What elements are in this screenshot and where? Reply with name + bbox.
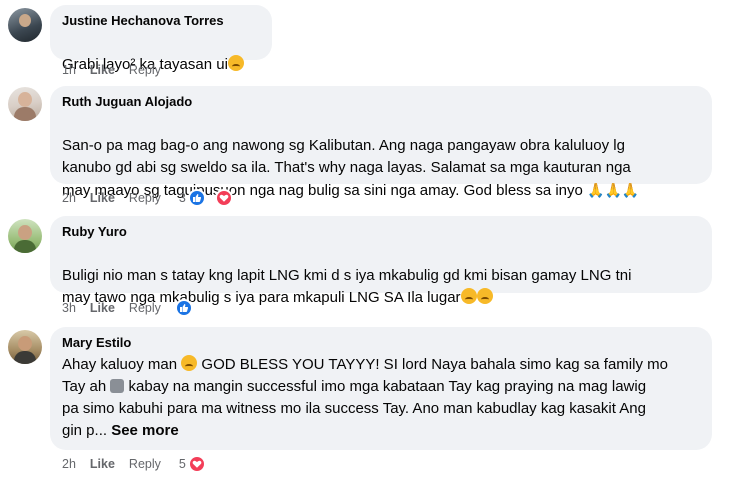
comment-author[interactable]: Ruth Juguan Alojado <box>62 93 700 110</box>
like-button[interactable]: Like <box>90 191 115 205</box>
comment-bubble: Ruth Juguan Alojado San-o pa mag bag-o a… <box>50 86 712 199</box>
comment-actions: 2h Like Reply 3 <box>62 188 247 208</box>
comment-text: Ahay kaluoy man GOD BLESS YOU TAYYY! SI … <box>62 354 700 442</box>
comment-bubble: Mary Estilo Ahay kaluoy man GOD BLESS YO… <box>50 327 712 450</box>
comment-bubble: Ruby Yuro Buligi nio man s tatay kng lap… <box>50 216 712 306</box>
comment-time[interactable]: 1h <box>62 63 76 77</box>
comment-time[interactable]: 2h <box>62 191 76 205</box>
see-more-link[interactable]: See more <box>111 422 179 439</box>
reply-button[interactable]: Reply <box>129 191 161 205</box>
reply-button[interactable]: Reply <box>129 301 161 315</box>
comment-bubble: Justine Hechanova Torres Grabi layo² ka … <box>50 5 272 73</box>
comment-text-part: Ahay kaluoy man <box>62 356 182 373</box>
love-reaction-icon <box>214 189 233 207</box>
like-button[interactable]: Like <box>90 63 115 77</box>
comment-text-part: Tay ah <box>62 378 111 395</box>
comment-actions: 3h Like Reply <box>62 298 207 318</box>
reply-button[interactable]: Reply <box>129 457 161 471</box>
praying-hands-icon: 🙏🙏🙏 <box>587 182 640 198</box>
comment-author[interactable]: Mary Estilo <box>62 334 700 351</box>
like-reaction-icon[interactable] <box>174 299 193 317</box>
like-button[interactable]: Like <box>90 301 115 315</box>
reaction-summary[interactable]: 3 <box>179 189 247 207</box>
like-reaction-icon <box>187 189 206 207</box>
emoji-sad-icon <box>460 288 477 304</box>
emoji-sad-icon <box>227 55 244 71</box>
like-button[interactable]: Like <box>90 457 115 471</box>
reply-button[interactable]: Reply <box>129 63 161 77</box>
comment-time[interactable]: 3h <box>62 301 76 315</box>
avatar[interactable] <box>8 330 42 364</box>
comment-actions: 2h Like Reply 5 <box>62 454 220 474</box>
comment-author[interactable]: Justine Hechanova Torres <box>62 12 260 29</box>
avatar[interactable] <box>8 87 42 121</box>
avatar[interactable] <box>8 8 42 42</box>
praying-hands-icon <box>110 379 125 393</box>
comment-actions: 1h Like Reply <box>62 60 175 80</box>
comment-time[interactable]: 2h <box>62 457 76 471</box>
reaction-count: 5 <box>178 457 186 471</box>
comment-text-part: GOD BLESS YOU TAYYY! SI lord Naya bahala… <box>197 356 668 373</box>
emoji-sad-icon <box>476 288 493 304</box>
comment-author[interactable]: Ruby Yuro <box>62 223 700 240</box>
reaction-summary[interactable]: 5 <box>179 455 220 473</box>
emoji-sad-icon <box>181 355 198 371</box>
love-reaction-icon <box>187 455 206 473</box>
reaction-count: 3 <box>178 191 186 205</box>
avatar[interactable] <box>8 219 42 253</box>
